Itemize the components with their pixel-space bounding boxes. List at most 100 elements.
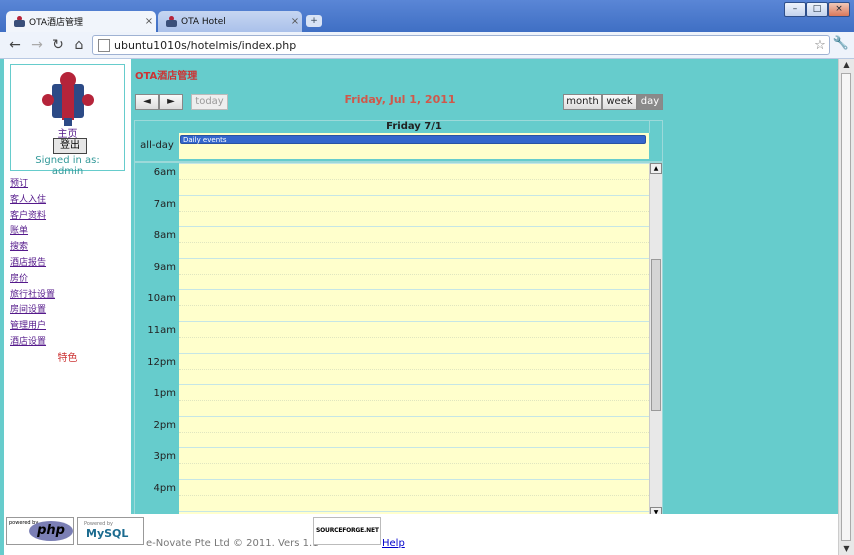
time-grid: 6am7am8am9am10am11am12pm1pm2pm3pm4pm5pm … [135,161,662,518]
hour-row: 1pm [135,384,649,416]
php-badge[interactable]: powered by php [6,517,74,545]
today-button[interactable]: today [191,94,228,110]
page-icon [98,38,110,52]
close-tab-icon[interactable]: × [142,16,156,27]
copyright-text: e-Novate Pte Ltd © 2011. Vers 1.1 [146,538,319,549]
hour-label: 10am [147,293,176,305]
tab-ota-hotel-management[interactable]: OTA酒店管理 × [6,11,156,32]
close-window-button[interactable]: × [828,2,850,17]
sidebar-item-manage-users[interactable]: 管理用户 [10,318,55,334]
grid-scrollbar[interactable]: ▲ ▼ [649,163,662,518]
sourceforge-logo: SOURCEFORGE.NET [316,527,379,534]
hour-label: 11am [147,325,176,336]
favicon-icon [166,16,177,27]
half-hour-line [179,179,649,180]
sidebar-menu: 预订 客人入住 客户资料 账单 搜索 酒店报告 房价 旅行社设置 房间设置 管理… [10,176,55,350]
mysql-logo: MySQL [86,527,129,540]
sidebar: 主页 登出 Signed in as: admin 预订 客人入住 客户资料 账… [4,59,131,555]
day-view-button[interactable]: day [637,94,663,110]
allday-event[interactable]: Daily events [180,135,646,144]
hour-slot[interactable] [179,163,649,195]
hour-row: 3pm [135,447,649,479]
tab-label: OTA酒店管理 [29,18,84,28]
half-hour-line [179,463,649,465]
hour-row: 10am [135,289,649,321]
hour-slot[interactable] [179,321,649,353]
hour-slot[interactable] [179,384,649,416]
footer: powered by php Powered by MySQL e-Novate… [4,514,838,555]
allday-cell[interactable]: Daily events [179,133,649,159]
home-icon[interactable]: ⌂ [70,36,88,54]
hour-slot[interactable] [179,257,649,290]
hotel-logo-icon [42,72,94,126]
new-tab-button[interactable]: + [306,15,322,27]
url-text[interactable]: ubuntu1010s/hotelmis/index.php [114,39,811,52]
hour-label: 3pm [153,451,176,463]
hour-slot[interactable] [179,479,649,511]
mysql-badge[interactable]: Powered by MySQL [77,517,144,545]
half-hour-line [179,273,649,275]
next-button[interactable]: ► [159,94,183,110]
scroll-thumb[interactable] [651,259,661,411]
forward-icon[interactable]: → [28,36,46,54]
scroll-down-icon[interactable]: ▼ [841,544,852,554]
hour-row: 2pm [135,415,649,448]
hour-slot[interactable] [179,447,649,479]
sourceforge-badge[interactable]: SOURCEFORGE.NET [313,517,381,545]
page-scroll-thumb[interactable] [841,73,851,541]
calendar-date: Friday, Jul 1, 2011 [344,93,456,106]
hour-slot[interactable] [179,289,649,321]
hour-label: 12pm [147,356,176,368]
close-tab-icon[interactable]: × [288,16,302,27]
prev-button[interactable]: ◄ [135,94,159,110]
tab-ota-hotel[interactable]: OTA Hotel × [158,11,302,32]
half-hour-line [179,368,649,370]
half-hour-line [179,400,649,402]
sidebar-item-room-rates[interactable]: 房价 [10,271,55,287]
tab-label: OTA Hotel [181,16,226,27]
sidebar-item-agent-settings[interactable]: 旅行社设置 [10,287,55,303]
hour-slot[interactable] [179,226,649,258]
minimize-button[interactable]: – [784,2,806,17]
hour-row: 12pm [135,352,649,385]
logout-button[interactable]: 登出 [53,138,87,154]
hour-slot[interactable] [179,352,649,385]
wrench-icon[interactable]: 🔧 [832,36,850,54]
page-scrollbar[interactable]: ▲ ▼ [838,59,854,555]
bookmark-star-icon[interactable]: ☆ [811,38,829,53]
scroll-up-icon[interactable]: ▲ [841,60,852,70]
help-link[interactable]: Help [382,538,405,549]
signed-in-label: Signed in as: [35,155,100,166]
sidebar-item-booking[interactable]: 预订 [10,176,55,192]
half-hour-line [179,337,649,338]
sidebar-item-search[interactable]: 搜索 [10,239,55,255]
address-bar[interactable]: ubuntu1010s/hotelmis/index.php ☆ [92,35,830,55]
maximize-button[interactable]: □ [806,2,828,17]
allday-label: all-day [140,140,174,151]
hour-row: 4pm [135,479,649,511]
special-label: 特色 [57,353,78,364]
half-hour-line [179,431,649,433]
hour-row: 8am [135,226,649,258]
back-icon[interactable]: ← [6,36,24,54]
sidebar-item-customer-profile[interactable]: 客户资料 [10,208,55,224]
month-view-button[interactable]: month [563,94,602,110]
sidebar-item-checkin[interactable]: 客人入住 [10,192,55,208]
hour-label: 2pm [153,419,176,431]
scroll-up-icon[interactable]: ▲ [650,163,662,174]
reload-icon[interactable]: ↻ [49,36,67,54]
hour-row: 11am [135,321,649,353]
half-hour-line [179,210,649,212]
favicon-icon [14,16,25,27]
week-view-button[interactable]: week [602,94,637,110]
hour-slot[interactable] [179,415,649,448]
hour-label: 7am [153,198,176,210]
hour-slot[interactable] [179,194,649,227]
half-hour-line [179,305,649,307]
sidebar-item-bills[interactable]: 账单 [10,223,55,239]
sidebar-item-room-settings[interactable]: 房间设置 [10,302,55,318]
sidebar-item-hotel-report[interactable]: 酒店报告 [10,255,55,271]
hour-row: 6am [135,163,649,195]
sidebar-item-hotel-settings[interactable]: 酒店设置 [10,334,55,350]
allday-row: all-day Daily events [135,133,662,159]
